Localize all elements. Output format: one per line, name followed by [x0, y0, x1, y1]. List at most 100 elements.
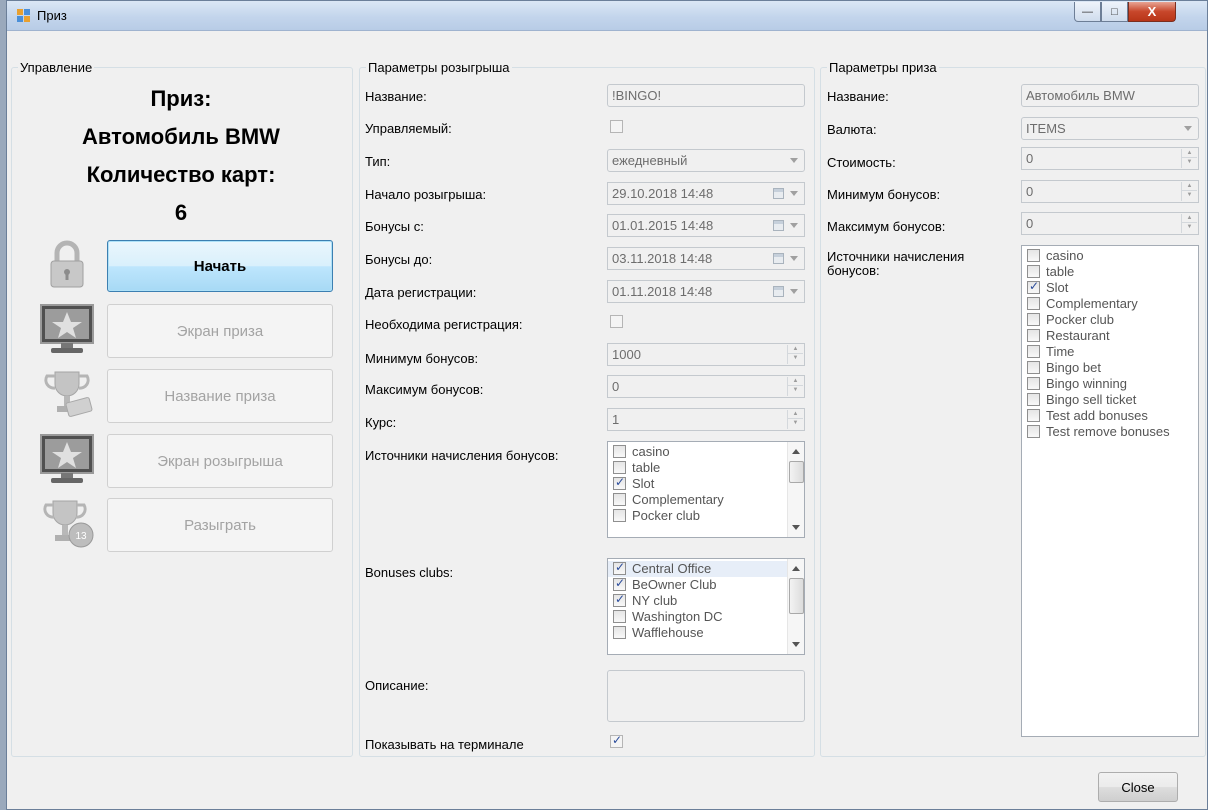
- maximize-button[interactable]: □: [1101, 2, 1128, 22]
- list-item[interactable]: Slot: [608, 475, 804, 492]
- spin-buttons[interactable]: ▲ ▼: [1181, 149, 1197, 168]
- item-checkbox[interactable]: [613, 509, 626, 522]
- spin-buttons[interactable]: ▲ ▼: [1181, 214, 1197, 233]
- bonus-from-picker[interactable]: 01.01.2015 14:48: [607, 214, 805, 237]
- scroll-thumb[interactable]: [789, 461, 804, 483]
- item-checkbox[interactable]: [613, 445, 626, 458]
- prize-max-bonus-stepper[interactable]: 0 ▲ ▼: [1021, 212, 1199, 235]
- item-checkbox[interactable]: [1027, 329, 1040, 342]
- list-item[interactable]: Slot: [1022, 279, 1198, 296]
- scroll-down-icon[interactable]: [792, 642, 800, 647]
- scroll-up-icon[interactable]: [792, 449, 800, 454]
- managed-checkbox[interactable]: [610, 120, 623, 133]
- spin-buttons[interactable]: ▲ ▼: [787, 377, 803, 396]
- item-label: Wafflehouse: [632, 625, 704, 640]
- type-select[interactable]: ежедневный: [607, 149, 805, 172]
- currency-value: ITEMS: [1026, 121, 1066, 136]
- item-label: Central Office: [632, 561, 712, 576]
- description-field[interactable]: [607, 670, 805, 722]
- draw-max-bonus-stepper[interactable]: 0 ▲ ▼: [607, 375, 805, 398]
- prize-name-field[interactable]: Автомобиль BMW: [1021, 84, 1199, 107]
- item-label: Slot: [632, 476, 655, 491]
- item-checkbox[interactable]: [613, 475, 626, 490]
- draw-name-field[interactable]: !BINGO!: [607, 84, 805, 107]
- item-checkbox[interactable]: [1027, 279, 1040, 294]
- item-checkbox[interactable]: [1027, 249, 1040, 262]
- item-checkbox[interactable]: [613, 592, 626, 607]
- bonus-to-picker[interactable]: 03.11.2018 14:48: [607, 247, 805, 270]
- scrollbar[interactable]: [787, 559, 804, 654]
- list-item[interactable]: NY club: [608, 592, 804, 609]
- prize-name-button[interactable]: Название приза: [107, 369, 333, 423]
- item-checkbox[interactable]: [1027, 393, 1040, 406]
- list-item[interactable]: table: [1022, 264, 1198, 280]
- list-item[interactable]: Wafflehouse: [608, 625, 804, 641]
- list-item[interactable]: Complementary: [608, 492, 804, 508]
- item-checkbox[interactable]: [613, 576, 626, 591]
- item-checkbox[interactable]: [1027, 409, 1040, 422]
- scroll-down-icon[interactable]: [792, 525, 800, 530]
- item-checkbox[interactable]: [1027, 265, 1040, 278]
- reg-date-picker[interactable]: 01.11.2018 14:48: [607, 280, 805, 303]
- list-item[interactable]: BeOwner Club: [608, 576, 804, 593]
- prize-max-bonus-label: Максимум бонусов:: [827, 219, 946, 234]
- prize-screen-button[interactable]: Экран приза: [107, 304, 333, 358]
- list-item[interactable]: table: [608, 460, 804, 476]
- list-item[interactable]: Pocker club: [608, 508, 804, 524]
- list-item[interactable]: Time: [1022, 344, 1198, 360]
- list-item[interactable]: casino: [608, 444, 804, 460]
- item-label: Test remove bonuses: [1046, 424, 1170, 439]
- clubs-list[interactable]: Central Office BeOwner Club NY club Wash…: [607, 558, 805, 655]
- monitor-draw-icon: [40, 434, 94, 483]
- list-item[interactable]: Bingo sell ticket: [1022, 392, 1198, 408]
- scroll-thumb[interactable]: [789, 578, 804, 614]
- scroll-up-icon[interactable]: [792, 566, 800, 571]
- cost-stepper[interactable]: 0 ▲ ▼: [1021, 147, 1199, 170]
- close-button[interactable]: Close: [1098, 772, 1178, 802]
- prize-max-bonus-value: 0: [1026, 216, 1034, 231]
- show-terminal-checkbox[interactable]: [610, 733, 623, 748]
- list-item[interactable]: Test add bonuses: [1022, 408, 1198, 424]
- reg-required-label: Необходима регистрация:: [365, 317, 523, 332]
- item-checkbox[interactable]: [613, 461, 626, 474]
- draw-min-bonus-stepper[interactable]: 1000 ▲ ▼: [607, 343, 805, 366]
- list-item[interactable]: Complementary: [1022, 296, 1198, 312]
- reg-required-checkbox[interactable]: [610, 315, 623, 328]
- minimize-button[interactable]: —: [1074, 2, 1101, 22]
- list-item[interactable]: Test remove bonuses: [1022, 424, 1198, 440]
- list-item[interactable]: Bingo bet: [1022, 360, 1198, 376]
- item-checkbox[interactable]: [613, 493, 626, 506]
- item-checkbox[interactable]: [613, 560, 626, 575]
- rate-stepper[interactable]: 1 ▲ ▼: [607, 408, 805, 431]
- list-item[interactable]: Bingo winning: [1022, 376, 1198, 392]
- draw-sources-list[interactable]: casino table Slot Complementary Pocker c…: [607, 441, 805, 538]
- spin-buttons[interactable]: ▲ ▼: [787, 345, 803, 364]
- title-bar[interactable]: Приз — □ X: [7, 1, 1207, 31]
- close-window-button[interactable]: X: [1128, 2, 1176, 22]
- list-item[interactable]: Pocker club: [1022, 312, 1198, 328]
- spin-buttons[interactable]: ▲ ▼: [1181, 182, 1197, 201]
- list-item[interactable]: casino: [1022, 248, 1198, 264]
- list-item[interactable]: Restaurant: [1022, 328, 1198, 344]
- start-button[interactable]: Начать: [107, 240, 333, 292]
- spin-buttons[interactable]: ▲ ▼: [787, 410, 803, 429]
- prize-min-bonus-stepper[interactable]: 0 ▲ ▼: [1021, 180, 1199, 203]
- item-checkbox[interactable]: [1027, 425, 1040, 438]
- currency-select[interactable]: ITEMS: [1021, 117, 1199, 140]
- list-item[interactable]: Central Office: [608, 560, 804, 577]
- draw-screen-button[interactable]: Экран розыгрыша: [107, 434, 333, 488]
- reg-date-value: 01.11.2018 14:48: [612, 284, 713, 299]
- draw-button[interactable]: Разыграть: [107, 498, 333, 552]
- item-checkbox[interactable]: [1027, 361, 1040, 374]
- draw-start-picker[interactable]: 29.10.2018 14:48: [607, 182, 805, 205]
- item-checkbox[interactable]: [613, 610, 626, 623]
- prize-sources-list[interactable]: casino table Slot Complementary Pocker c…: [1021, 245, 1199, 737]
- item-checkbox[interactable]: [1027, 345, 1040, 358]
- item-checkbox[interactable]: [613, 626, 626, 639]
- list-item[interactable]: Washington DC: [608, 609, 804, 625]
- item-checkbox[interactable]: [1027, 377, 1040, 390]
- scrollbar[interactable]: [787, 442, 804, 537]
- app-icon: [17, 9, 31, 23]
- item-checkbox[interactable]: [1027, 313, 1040, 326]
- item-checkbox[interactable]: [1027, 297, 1040, 310]
